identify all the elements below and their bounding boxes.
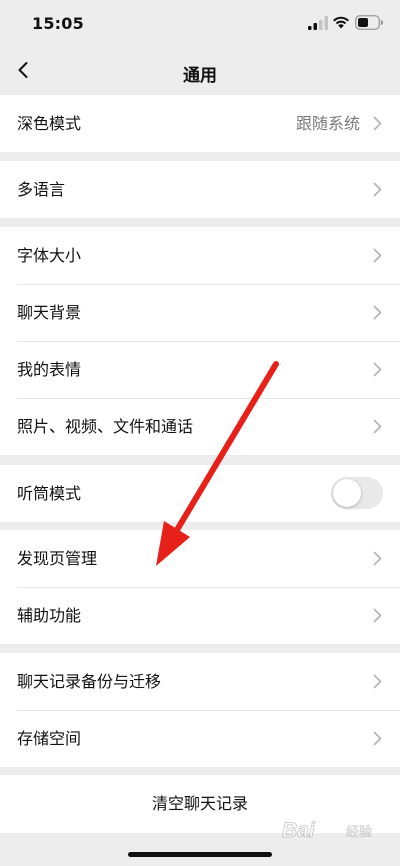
row-dark-mode[interactable]: 深色模式 跟随系统: [0, 95, 400, 152]
chevron-right-icon: [373, 362, 382, 377]
chevron-right-icon: [373, 182, 382, 197]
page-title: 通用: [183, 66, 217, 86]
row-label: 聊天记录备份与迁移: [17, 672, 162, 691]
chevron-right-icon: [373, 419, 382, 434]
chevron-right-icon: [373, 305, 382, 320]
settings-group-language: 多语言: [0, 161, 400, 218]
status-bar: 15:05: [0, 0, 400, 48]
chevron-right-icon: [373, 731, 382, 746]
settings-group-storage: 聊天记录备份与迁移 存储空间: [0, 653, 400, 767]
row-storage-space[interactable]: 存储空间: [0, 710, 400, 767]
settings-group-discover: 发现页管理 辅助功能: [0, 530, 400, 644]
row-accessibility[interactable]: 辅助功能: [0, 587, 400, 644]
settings-group-display: 字体大小 聊天背景 我的表情 照片、视频、文件和通话: [0, 227, 400, 455]
row-label: 听筒模式: [17, 484, 82, 503]
row-font-size[interactable]: 字体大小: [0, 227, 400, 284]
row-label: 字体大小: [17, 246, 82, 265]
battery-icon: [355, 15, 383, 30]
chevron-right-icon: [373, 674, 382, 689]
toggle-knob: [333, 479, 361, 507]
wifi-icon: [333, 16, 349, 29]
row-my-stickers[interactable]: 我的表情: [0, 341, 400, 398]
row-label: 深色模式: [17, 114, 82, 133]
home-indicator: [128, 852, 272, 857]
row-backup-migrate[interactable]: 聊天记录备份与迁移: [0, 653, 400, 710]
row-media-files[interactable]: 照片、视频、文件和通话: [0, 398, 400, 455]
signal-icon: [308, 16, 328, 30]
settings-group-earpiece: 听筒模式: [0, 465, 400, 522]
nav-bar: 通用: [0, 48, 400, 94]
row-label: 辅助功能: [17, 606, 82, 625]
row-earpiece-mode: 听筒模式: [0, 465, 400, 522]
watermark-logo-text: Bai: [282, 819, 315, 843]
chevron-right-icon: [373, 608, 382, 623]
row-label: 存储空间: [17, 729, 82, 748]
watermark-sub-text: 经验: [346, 825, 373, 841]
chevron-right-icon: [373, 116, 382, 131]
settings-group-dark-mode: 深色模式 跟随系统: [0, 95, 400, 152]
chevron-right-icon: [373, 551, 382, 566]
row-language[interactable]: 多语言: [0, 161, 400, 218]
row-label: 多语言: [17, 180, 66, 199]
status-time: 15:05: [32, 14, 84, 33]
row-label: 聊天背景: [17, 303, 82, 322]
row-label: 照片、视频、文件和通话: [17, 417, 194, 436]
row-discover-management[interactable]: 发现页管理: [0, 530, 400, 587]
earpiece-toggle[interactable]: [331, 477, 383, 509]
row-value: 跟随系统: [295, 114, 360, 133]
row-label: 我的表情: [17, 360, 82, 379]
chevron-right-icon: [373, 248, 382, 263]
row-label: 发现页管理: [17, 549, 98, 568]
row-chat-background[interactable]: 聊天背景: [0, 284, 400, 341]
watermark-logo: Bai 经验: [282, 816, 392, 848]
